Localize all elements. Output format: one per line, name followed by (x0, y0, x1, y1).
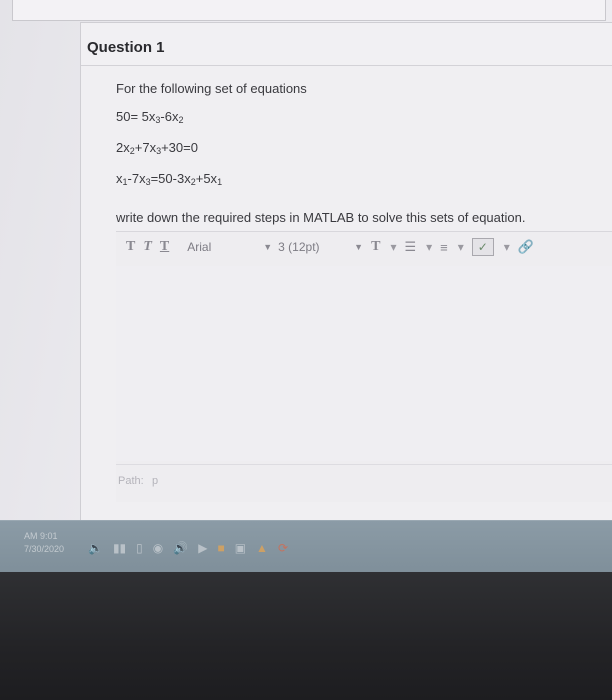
editor-toolbar: T T T Arial ▼ 3 (12pt) ▼ T ▾ ☰ ▾ ≡ ▾ ✓ ▾… (116, 232, 612, 262)
speaker-icon[interactable]: 🔈 (88, 541, 103, 555)
chevron-down-icon[interactable]: ▾ (458, 240, 464, 254)
italic-button[interactable]: T (143, 239, 152, 255)
spellcheck-icon[interactable]: ✓ (471, 238, 494, 256)
question-title: Question 1 (87, 39, 165, 56)
link-icon[interactable]: 🔗 (518, 239, 534, 255)
chevron-down-icon[interactable]: ▾ (426, 240, 432, 254)
display-icon[interactable]: ▶ (198, 541, 207, 555)
numbered-list-icon[interactable]: ≡ (440, 240, 448, 255)
signal-icon[interactable]: ▮▮ (113, 541, 126, 555)
taskbar-clock[interactable]: AM 9:01 7/30/2020 (24, 530, 64, 556)
system-tray: 🔈 ▮▮ ▯ ◉ 🔊 ▶ ■ ▣ ▲ ⟳ (88, 541, 288, 555)
underline-button[interactable]: T (160, 239, 169, 255)
app-icon[interactable]: ■ (217, 541, 224, 555)
equation-2: 2x2+7x3+30=0 (116, 140, 198, 156)
update-icon[interactable]: ⟳ (278, 541, 288, 555)
bullet-list-icon[interactable]: ☰ (404, 239, 416, 255)
chevron-down-icon[interactable]: ▼ (354, 242, 363, 252)
font-family-select[interactable]: Arial (187, 240, 257, 254)
chevron-down-icon[interactable]: ▾ (390, 240, 396, 254)
battery-icon[interactable]: ▯ (136, 541, 143, 555)
bold-button[interactable]: T (126, 239, 135, 255)
text-color-button[interactable]: T (371, 239, 380, 255)
answer-editor: T T T Arial ▼ 3 (12pt) ▼ T ▾ ☰ ▾ ≡ ▾ ✓ ▾… (116, 231, 612, 502)
monitor-bezel (0, 572, 612, 700)
equation-1: 50= 5x3-6x2 (116, 109, 184, 125)
question-panel: Question 1 For the following set of equa… (80, 22, 612, 534)
volume-icon[interactable]: 🔊 (173, 541, 188, 555)
chevron-down-icon[interactable]: ▼ (263, 242, 272, 252)
taskbar: AM 9:01 7/30/2020 🔈 ▮▮ ▯ ◉ 🔊 ▶ ■ ▣ ▲ ⟳ (0, 520, 612, 573)
editor-status-bar: Path: p (116, 464, 612, 495)
equation-3: x1-7x3=50-3x2+5x1 (116, 171, 223, 187)
font-size-select[interactable]: 3 (12pt) (278, 240, 348, 254)
security-icon[interactable]: ▲ (256, 541, 268, 555)
question-intro: For the following set of equations (116, 81, 307, 96)
question-header: Question 1 (81, 23, 612, 66)
previous-panel-edge (12, 0, 606, 21)
answer-text-area[interactable] (116, 266, 612, 461)
path-label: Path: (118, 475, 144, 487)
question-prompt: write down the required steps in MATLAB … (116, 210, 526, 225)
path-value: p (152, 475, 159, 487)
window-icon[interactable]: ▣ (235, 541, 246, 555)
chevron-down-icon[interactable]: ▾ (504, 240, 510, 254)
screen: Question 1 For the following set of equa… (0, 0, 612, 575)
network-icon[interactable]: ◉ (153, 541, 163, 555)
